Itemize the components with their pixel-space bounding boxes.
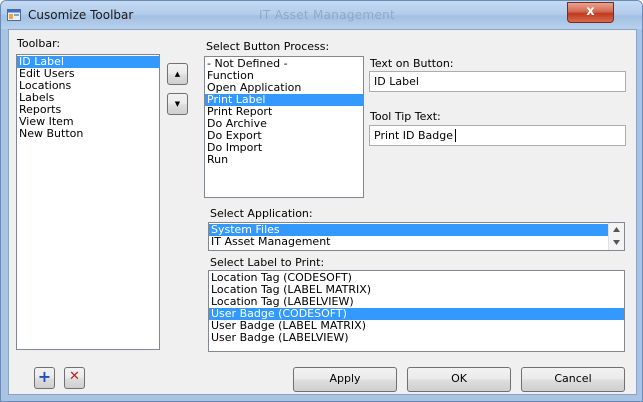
label-to-print-label: Select Label to Print: [210, 256, 325, 269]
text-caret [455, 129, 456, 142]
app-window-icon [7, 9, 21, 21]
add-button[interactable]: + [34, 367, 55, 389]
ok-button[interactable]: OK [407, 367, 511, 392]
text-on-button-input[interactable] [370, 72, 625, 91]
label-to-print-listbox[interactable]: Location Tag (CODESOFT) Location Tag (LAB… [208, 270, 625, 352]
text-on-button-field[interactable] [369, 71, 626, 92]
process-list-item[interactable]: Run [205, 154, 363, 166]
application-list-item[interactable]: IT Asset Management [209, 236, 608, 248]
move-down-button[interactable]: ▼ [167, 93, 188, 115]
customize-toolbar-dialog: Cusomize Toolbar IT Asset Management x T… [0, 0, 643, 402]
cancel-button[interactable]: Cancel [521, 367, 625, 392]
delete-button[interactable]: ✕ [64, 367, 85, 389]
application-scrollbar[interactable] [608, 223, 624, 250]
dialog-body: Toolbar: ID Label Edit Users Locations Labe… [8, 29, 637, 395]
application-listbox[interactable]: System Files IT Asset Management [208, 222, 625, 251]
toolbar-label: Toolbar: [17, 37, 61, 50]
process-label: Select Button Process: [206, 40, 330, 53]
arrow-up-icon: ▲ [174, 70, 181, 78]
tool-tip-label: Tool Tip Text: [370, 110, 441, 123]
close-icon: x [586, 4, 595, 19]
application-label: Select Application: [210, 207, 313, 220]
text-on-button-label: Text on Button: [370, 57, 454, 70]
close-button[interactable]: x [567, 2, 614, 23]
arrow-down-icon: ▼ [174, 100, 181, 108]
tool-tip-input[interactable] [370, 126, 625, 145]
process-list-item[interactable]: Do Import [205, 142, 363, 154]
scroll-up-icon[interactable] [613, 227, 620, 232]
background-window-title: IT Asset Management [259, 8, 396, 22]
label-list-item[interactable]: User Badge (LABELVIEW) [209, 332, 624, 344]
delete-x-icon: ✕ [69, 369, 80, 384]
scroll-down-icon[interactable] [613, 240, 620, 245]
toolbar-listbox[interactable]: ID Label Edit Users Locations Labels Reports… [16, 54, 160, 350]
apply-button[interactable]: Apply [293, 367, 397, 392]
move-up-button[interactable]: ▲ [167, 63, 188, 85]
title-bar[interactable]: Cusomize Toolbar IT Asset Management x [1, 1, 642, 29]
plus-icon: + [37, 367, 52, 386]
toolbar-list-item[interactable]: New Button [17, 128, 159, 140]
process-listbox[interactable]: - Not Defined - Function Open Application P… [204, 56, 364, 198]
window-title: Cusomize Toolbar [28, 8, 134, 22]
tool-tip-field[interactable] [369, 125, 626, 146]
